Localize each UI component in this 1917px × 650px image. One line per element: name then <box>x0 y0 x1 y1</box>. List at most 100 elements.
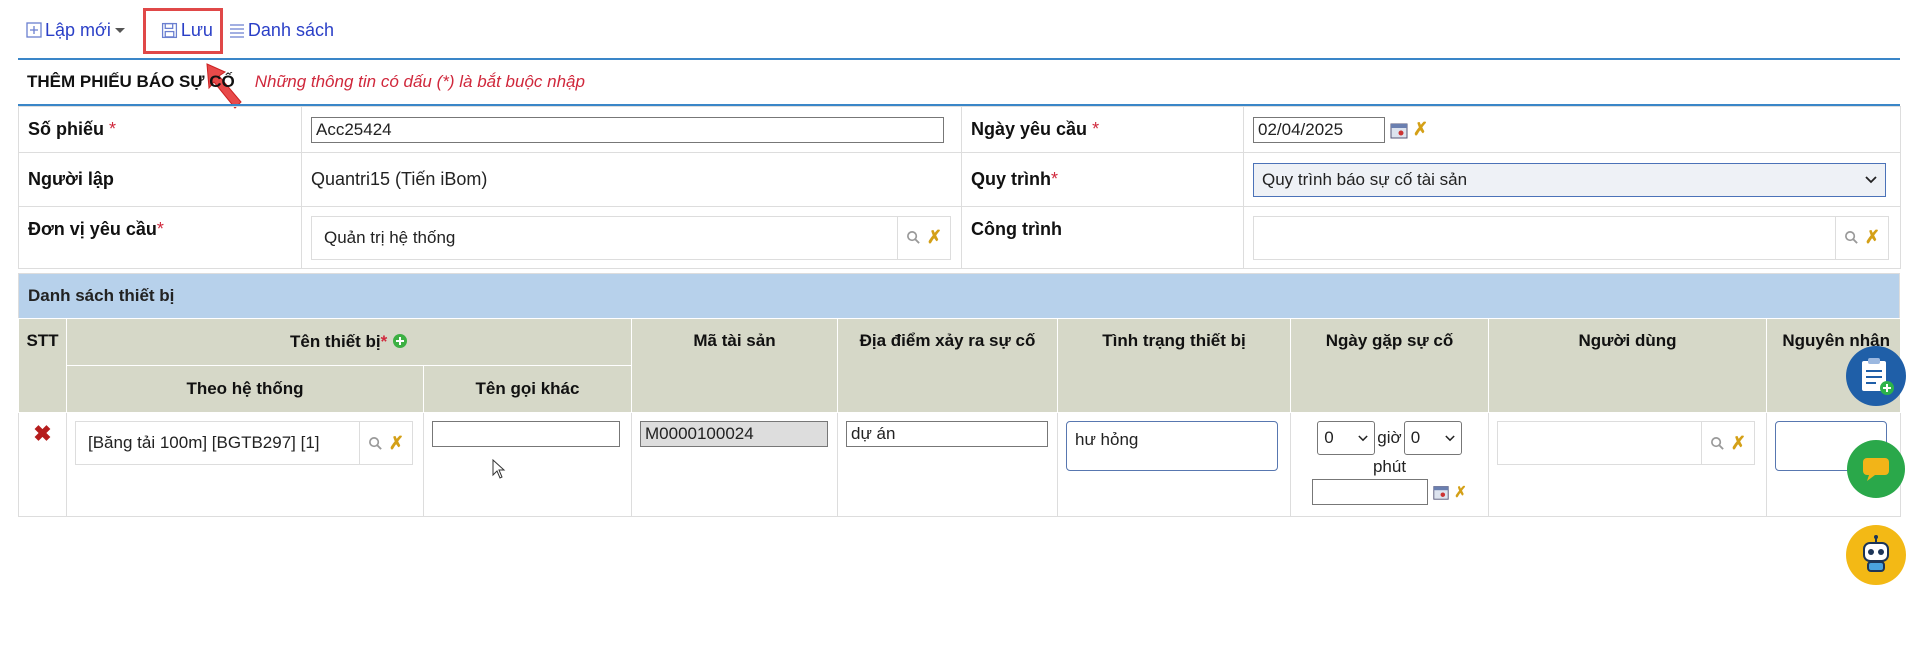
ngay-gap-input[interactable] <box>1312 479 1429 505</box>
dia-diem-input[interactable]: dự án <box>846 421 1048 447</box>
ma-ts-input[interactable]: M0000100024 <box>640 421 828 447</box>
ngay-yc-cell: 02/04/2025 ✗ <box>1243 106 1901 153</box>
robot-fab[interactable] <box>1846 525 1906 585</box>
so-phieu-label-cell: Số phiếu * <box>18 106 302 153</box>
nguoi-lap-cell: Quantri15 (Tiến iBom) <box>301 152 962 207</box>
clear-date-icon[interactable]: ✗ <box>1454 483 1467 501</box>
list-icon <box>229 24 244 38</box>
list-label: Danh sách <box>247 19 334 40</box>
hour-value: 0 <box>1324 428 1334 447</box>
nguoi-dung-lookup[interactable]: ✗ <box>1497 421 1755 465</box>
nguoi-lap-label-cell: Người lập <box>18 152 302 207</box>
nguoi-dung-cell: ✗ <box>1488 412 1767 517</box>
chat-fab[interactable] <box>1847 440 1905 498</box>
clear-icon[interactable]: ✗ <box>389 433 404 454</box>
quy-trinh-label-cell: Quy trình* <box>961 152 1244 207</box>
caret-down-icon <box>114 28 125 33</box>
col-ngay-gap: Ngày gặp sự cố <box>1290 318 1489 413</box>
col-ten-tb: Tên thiết bị* <box>66 318 632 366</box>
quy-trinh-label: Quy trình <box>971 169 1051 189</box>
ngay-yc-label: Ngày yêu cầu <box>971 119 1088 139</box>
thiet-bi-cell: [Băng tải 100m] [BGTB297] [1] ✗ <box>66 412 424 517</box>
page-title: THÊM PHIẾU BÁO SỰ CỐ <box>27 72 235 91</box>
ngay-yc-label-cell: Ngày yêu cầu * <box>961 106 1244 153</box>
ngay-gap-cell: 0 giờ 0 phút ✗ <box>1290 412 1489 517</box>
don-vi-label: Đơn vị yêu cầu <box>28 219 157 239</box>
thiet-bi-lookup[interactable]: [Băng tải 100m] [BGTB297] [1] ✗ <box>75 421 413 465</box>
lookup-buttons: ✗ <box>1834 216 1888 259</box>
stt-cell: ✖ <box>18 412 67 517</box>
chevron-down-icon <box>1358 434 1368 441</box>
minute-value: 0 <box>1410 428 1421 447</box>
list-button[interactable]: Danh sách <box>229 20 334 41</box>
quy-trinh-cell: Quy trình báo sự cố tài sản <box>1243 152 1901 207</box>
cong-trinh-cell: ✗ <box>1243 206 1901 269</box>
clear-date-icon[interactable]: ✗ <box>1413 119 1428 140</box>
save-button[interactable]: Lưu <box>142 7 225 54</box>
section-header: THÊM PHIẾU BÁO SỰ CỐ Những thông tin có … <box>18 60 1900 106</box>
plus-square-icon <box>26 22 42 38</box>
clear-icon[interactable]: ✗ <box>1731 433 1746 454</box>
robot-icon <box>1863 535 1889 572</box>
toolbar: Lập mới Lưu Danh sách <box>26 7 334 54</box>
save-highlight-box <box>142 7 223 54</box>
ten-khac-cell <box>423 412 632 517</box>
dia-diem-cell: dự án <box>837 412 1058 517</box>
col-stt: STT <box>18 318 67 413</box>
so-phieu-cell: Acc25424 <box>301 106 962 153</box>
nguoi-lap-label: Người lập <box>28 169 114 189</box>
grid-title: Danh sách thiết bị <box>18 273 1900 318</box>
so-phieu-input[interactable]: Acc25424 <box>311 116 944 143</box>
minute-select[interactable]: 0 <box>1403 421 1462 455</box>
ngay-yc-input[interactable]: 02/04/2025 <box>1253 116 1385 143</box>
nguoi-lap-value: Quantri15 (Tiến iBom) <box>311 169 488 189</box>
quy-trinh-value: Quy trình báo sự cố tài sản <box>1262 169 1468 189</box>
col-nguoi-dung: Người dùng <box>1488 318 1767 413</box>
new-button[interactable]: Lập mới <box>26 20 129 41</box>
calendar-icon[interactable] <box>1432 483 1450 501</box>
col-ten-khac: Tên gọi khác <box>423 365 632 413</box>
new-label: Lập mới <box>45 19 111 40</box>
search-icon[interactable] <box>368 436 383 451</box>
form-section: THÊM PHIẾU BÁO SỰ CỐ Những thông tin có … <box>18 58 1901 517</box>
hour-label: giờ <box>1377 428 1402 447</box>
info-form: Số phiếu * Acc25424 Ngày yêu cầu * 02/04… <box>18 106 1901 269</box>
required-mark: * <box>156 219 164 239</box>
required-note: Những thông tin có dấu (*) là bắt buộc n… <box>254 72 585 91</box>
cong-trinh-lookup[interactable]: ✗ <box>1253 215 1889 260</box>
delete-row-icon[interactable]: ✖ <box>33 421 51 446</box>
search-icon[interactable] <box>1844 230 1859 245</box>
hour-select[interactable]: 0 <box>1317 421 1376 455</box>
minute-label: phút <box>1372 457 1407 476</box>
mouse-cursor-icon <box>492 458 506 479</box>
device-grid: STT Tên thiết bị* Mã tài sản Địa điểm xả… <box>18 318 1901 517</box>
search-icon[interactable] <box>1710 436 1725 451</box>
don-vi-value: Quản trị hệ thống <box>324 227 456 247</box>
lookup-buttons: ✗ <box>1700 422 1754 464</box>
required-mark: * <box>1092 119 1100 139</box>
don-vi-lookup[interactable]: Quản trị hệ thống ✗ <box>311 215 951 260</box>
add-row-icon[interactable] <box>392 333 408 349</box>
cong-trinh-label: Công trình <box>971 219 1062 239</box>
lookup-buttons: ✗ <box>358 422 412 464</box>
col-ten-tb-label: Tên thiết bị <box>289 332 381 351</box>
calendar-icon[interactable] <box>1389 120 1409 140</box>
clipboard-fab[interactable] <box>1846 346 1906 406</box>
chevron-down-icon <box>1444 434 1455 441</box>
so-phieu-label: Số phiếu <box>28 119 104 139</box>
clear-icon[interactable]: ✗ <box>1865 227 1880 248</box>
col-ma-ts: Mã tài sản <box>631 318 838 413</box>
clear-icon[interactable]: ✗ <box>927 227 942 248</box>
ma-ts-cell: M0000100024 <box>631 412 838 517</box>
tinh-trang-textarea[interactable]: hư hỏng <box>1066 421 1278 471</box>
chat-icon <box>1863 458 1889 481</box>
col-tinh-trang: Tình trạng thiết bị <box>1057 318 1291 413</box>
lookup-buttons: ✗ <box>896 216 950 259</box>
clipboard-add-icon <box>1862 358 1894 395</box>
col-dia-diem: Địa điểm xảy ra sự cố <box>837 318 1058 413</box>
search-icon[interactable] <box>906 230 921 245</box>
quy-trinh-select[interactable]: Quy trình báo sự cố tài sản <box>1253 162 1886 197</box>
required-mark: * <box>380 332 388 351</box>
ten-khac-input[interactable] <box>432 421 620 447</box>
don-vi-cell: Quản trị hệ thống ✗ <box>301 206 962 269</box>
